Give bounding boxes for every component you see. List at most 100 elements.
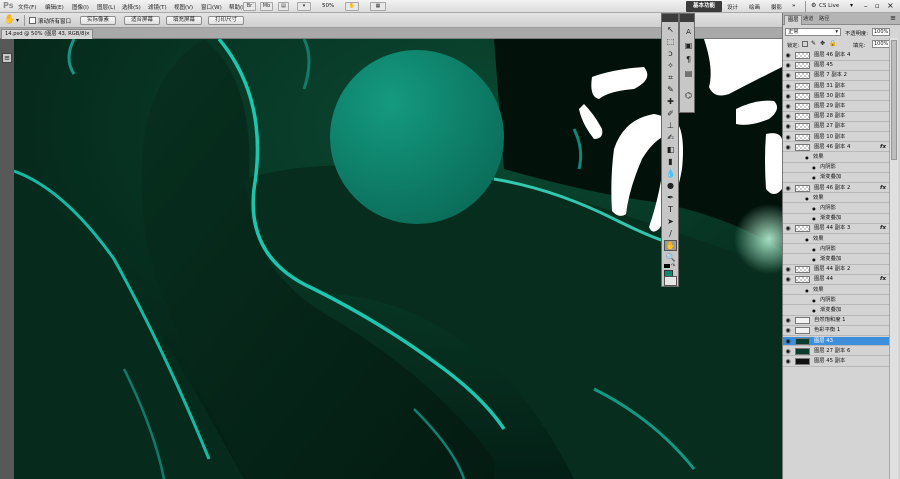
effect-item[interactable]: ● 渐变叠加 [783, 306, 890, 316]
menu-item-1[interactable]: 编辑(E) [45, 3, 64, 11]
visibility-eye-icon[interactable]: ◉ [784, 266, 792, 273]
effect-item[interactable]: ● 内阴影 [783, 245, 890, 255]
tool-preset-dropdown-icon[interactable]: ▾ [16, 17, 19, 24]
layer-row[interactable]: ◉ 图层 29 副本 [783, 102, 890, 112]
marquee-tool-icon[interactable]: ⬚ [664, 36, 677, 47]
menu-item-4[interactable]: 选择(S) [122, 3, 141, 11]
fill-input[interactable]: 100% [872, 40, 890, 48]
magic-wand-tool-icon[interactable]: ✧ [664, 60, 677, 71]
cs-live-button[interactable]: CS Live [819, 3, 839, 9]
lock-position-icon[interactable]: ✥ [820, 40, 825, 47]
visibility-eye-icon[interactable]: ◉ [784, 185, 792, 192]
quick-mask-icon[interactable] [664, 276, 677, 286]
lock-all-icon[interactable]: 🔒 [829, 40, 836, 47]
lock-image-icon[interactable]: ✎ [811, 40, 816, 47]
visibility-eye-icon[interactable]: ● [810, 307, 818, 314]
menu-item-2[interactable]: 图像(I) [72, 3, 89, 11]
zoom-level[interactable]: 50% [322, 3, 334, 9]
layer-effects-icon[interactable]: fx [880, 184, 886, 193]
brush-tool-icon[interactable]: ✐ [664, 108, 677, 119]
minimize-icon[interactable]: – [864, 2, 868, 10]
close-tab-icon[interactable]: × [86, 30, 90, 39]
lock-transparent-icon[interactable] [802, 41, 808, 47]
collapsed-panels-header[interactable] [680, 14, 694, 22]
tab-paths[interactable]: 路径 [816, 15, 832, 25]
effect-item[interactable]: ● 内阴影 [783, 163, 890, 173]
menu-item-0[interactable]: 文件(F) [18, 3, 36, 11]
zoom-level-dropdown[interactable]: ▾ [297, 2, 311, 11]
history-brush-tool-icon[interactable]: ✍ [664, 132, 677, 143]
visibility-eye-icon[interactable]: ◉ [784, 72, 792, 79]
layer-row[interactable]: ◉ 图层 46 副本 4 [783, 51, 890, 61]
layer-effects-icon[interactable]: fx [880, 275, 886, 284]
layer-row[interactable]: ◉ 图层 27 副本 [783, 122, 890, 132]
effects-row[interactable]: ● 效果 [783, 235, 890, 245]
eraser-tool-icon[interactable]: ◧ [664, 144, 677, 155]
close-icon[interactable]: × [887, 1, 894, 10]
blur-tool-icon[interactable]: 💧 [664, 168, 677, 179]
healing-brush-tool-icon[interactable]: ✚ [664, 96, 677, 107]
zoom-tool-icon[interactable]: 🔍 [664, 252, 677, 263]
dodge-tool-icon[interactable]: ● [664, 180, 677, 191]
restore-icon[interactable]: ▫ [875, 2, 880, 10]
visibility-eye-icon[interactable]: ◉ [784, 358, 792, 365]
menu-item-7[interactable]: 窗口(W) [201, 3, 222, 11]
bridge-button[interactable]: Br [243, 2, 256, 11]
hand-rotate-button[interactable]: ✋ [345, 2, 359, 11]
visibility-eye-icon[interactable]: ◉ [784, 225, 792, 232]
layer-row[interactable]: ◉ 图层 7 副本 2 [783, 71, 890, 81]
path-selection-tool-icon[interactable]: ➤ [664, 216, 677, 227]
layer-row[interactable]: ◉ 图层 44 副本 2 [783, 265, 890, 275]
crop-tool-icon[interactable]: ⌗ [664, 72, 677, 83]
eyedropper-tool-icon[interactable]: ✎ [664, 84, 677, 95]
visibility-eye-icon[interactable]: ◉ [784, 276, 792, 283]
effects-row[interactable]: ● 效果 [783, 194, 890, 204]
hand-tool-icon[interactable]: ✋ [4, 15, 15, 25]
visibility-eye-icon[interactable]: ◉ [784, 62, 792, 69]
layer-row[interactable]: ◉ 图层 46 副本 4 fx [783, 143, 890, 153]
effect-item[interactable]: ● 内阴影 [783, 296, 890, 306]
fit-screen-button[interactable]: 适合屏幕 [124, 16, 160, 25]
effect-item[interactable]: ● 渐变叠加 [783, 255, 890, 265]
paragraph-panel-icon[interactable]: ¶ [682, 54, 695, 65]
layer-row[interactable]: ◉ 图层 44 副本 3 fx [783, 224, 890, 234]
layer-row[interactable]: ◉ 图层 27 副本 6 [783, 347, 890, 357]
effect-item[interactable]: ● 渐变叠加 [783, 173, 890, 183]
visibility-eye-icon[interactable]: ◉ [784, 144, 792, 151]
layer-row[interactable]: ◉ 图层 45 副本 [783, 357, 890, 367]
gradient-tool-icon[interactable]: ▮ [664, 156, 677, 167]
pen-tool-icon[interactable]: ✒ [664, 192, 677, 203]
visibility-eye-icon[interactable]: ◉ [784, 317, 792, 324]
move-tool-icon[interactable]: ↖ [664, 24, 677, 35]
character-panel-icon[interactable]: A [682, 26, 695, 37]
layer-row[interactable]: ◉ 自然饱和度 1 [783, 316, 890, 326]
effects-row[interactable]: ● 效果 [783, 153, 890, 163]
blend-mode-select[interactable]: 正常 ▾ [785, 28, 841, 36]
visibility-eye-icon[interactable]: ◉ [784, 103, 792, 110]
visibility-eye-icon[interactable]: ● [810, 256, 818, 263]
default-colors-icon[interactable] [664, 264, 670, 268]
visibility-eye-icon[interactable]: ◉ [784, 113, 792, 120]
layer-row[interactable]: ◉ 图层 44 fx [783, 275, 890, 285]
layer-row[interactable]: ◉ 图层 10 副本 [783, 133, 890, 143]
actual-pixels-button[interactable]: 实际像素 [80, 16, 116, 25]
visibility-eye-icon[interactable]: ◉ [784, 348, 792, 355]
lasso-tool-icon[interactable]: ↄ [664, 48, 677, 59]
swap-colors-icon[interactable]: ↷ [671, 263, 675, 269]
layer-row[interactable]: ◉ 图层 43 [783, 336, 890, 347]
view-extras-button[interactable]: ▤ [278, 2, 289, 11]
layer-row[interactable]: ◉ 图层 30 副本 [783, 92, 890, 102]
visibility-eye-icon[interactable]: ● [803, 154, 811, 161]
menu-item-6[interactable]: 视图(V) [174, 3, 193, 11]
layer-row[interactable]: ◉ 图层 28 副本 [783, 112, 890, 122]
effects-row[interactable]: ● 效果 [783, 286, 890, 296]
visibility-eye-icon[interactable]: ● [803, 287, 811, 294]
menu-item-3[interactable]: 图层(L) [97, 3, 115, 11]
workspace-essentials[interactable]: 基本功能 [686, 1, 722, 12]
layers-scrollbar[interactable] [889, 38, 898, 479]
visibility-eye-icon[interactable]: ● [803, 236, 811, 243]
layer-effects-icon[interactable]: fx [880, 143, 886, 152]
scroll-all-windows-checkbox[interactable] [29, 17, 36, 24]
workspace-painting[interactable]: 绘画 [749, 3, 760, 11]
workspace-more[interactable]: » [792, 3, 796, 9]
